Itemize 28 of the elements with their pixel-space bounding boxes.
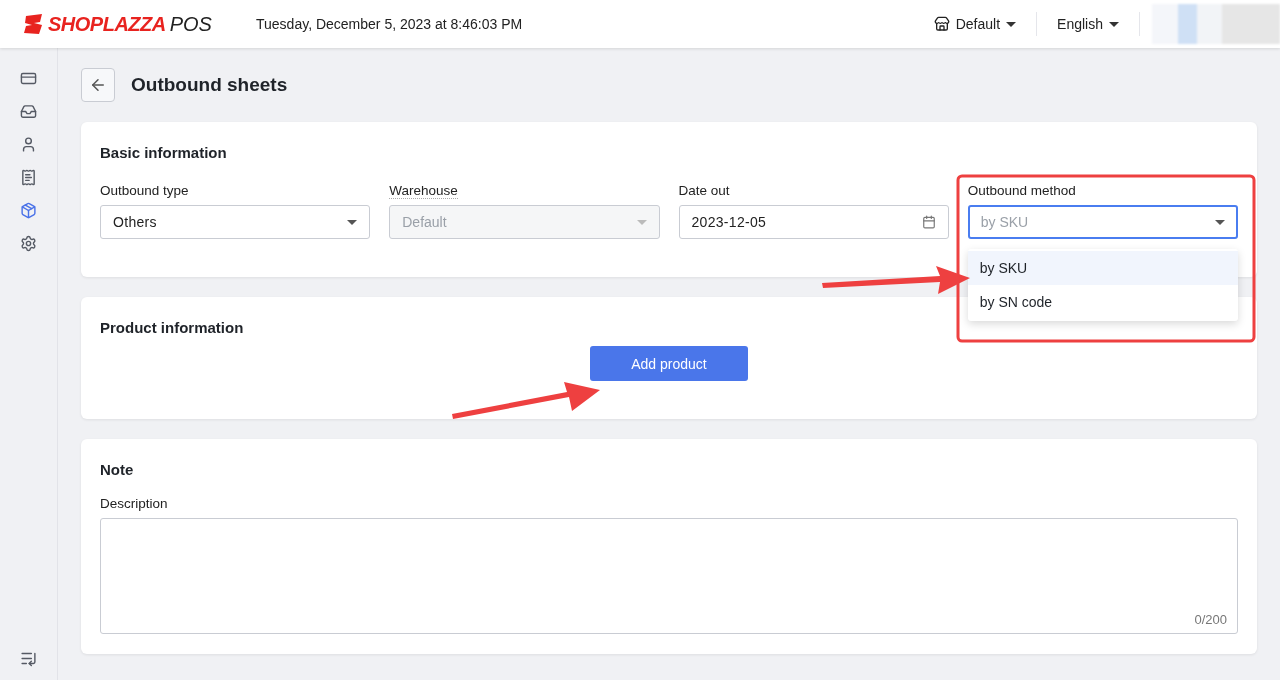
field-label: Warehouse [389,183,458,199]
add-product-button[interactable]: Add product [590,346,748,381]
back-button[interactable] [81,68,115,102]
dropdown-option[interactable]: by SN code [967,285,1238,319]
description-field[interactable]: 0/200 [100,518,1238,634]
character-counter: 0/200 [1194,612,1227,627]
calendar-icon [921,215,936,229]
current-datetime: Tuesday, December 5, 2023 at 8:46:03 PM [256,16,523,32]
caret-icon [1215,219,1225,225]
language-dropdown[interactable]: English [1037,6,1139,42]
field-label: Outbound type [100,183,189,199]
store-icon [933,16,950,32]
select-field[interactable]: Others [100,205,371,239]
section-title: Note [100,461,135,478]
caret-icon [347,219,358,225]
caret-icon [636,219,647,225]
field-label: Date out [678,183,730,199]
page-title: Outbound sheets [131,74,288,96]
dropdown-option[interactable]: by SKU [967,251,1238,285]
logo-icon [22,13,44,35]
date-field[interactable]: 2023-12-05 [678,205,949,239]
field-label: Outbound method [967,183,1076,199]
logo-text: SHOPLAZZA [48,12,166,36]
section-title: Basic information [100,144,228,161]
field-label: Description [100,496,168,512]
store-dropdown[interactable]: Default [913,6,1037,42]
section-title: Product information [100,319,245,336]
logo-suffix: POS [169,12,212,36]
